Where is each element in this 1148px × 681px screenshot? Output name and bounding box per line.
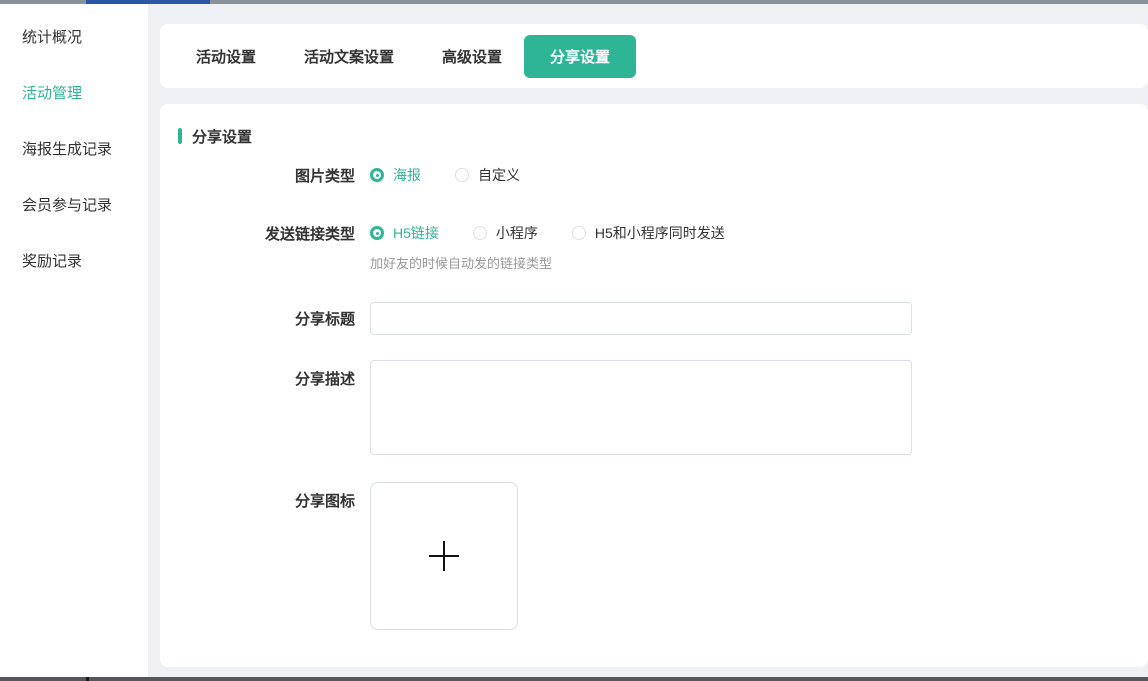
radio-unchecked-icon[interactable] [572, 226, 586, 240]
image-type-radio-group: 海报 自定义 [370, 165, 554, 185]
form-row-link-type-helper: 加好友的时候自动发的链接类型 [160, 251, 1148, 269]
form-row-share-title: 分享标题 [160, 302, 1148, 335]
share-settings-panel: 分享设置 图片类型 海报 自定义 发送链接类型 H5链 [160, 104, 1148, 667]
main-area: 活动设置 活动文案设置 高级设置 分享设置 分享设置 图片类型 海报 自定义 [148, 4, 1148, 677]
bottom-scrollbar[interactable] [0, 677, 1148, 681]
top-scrollbar-track [0, 0, 1148, 4]
share-icon-upload-box[interactable] [370, 482, 518, 630]
plus-icon [429, 541, 459, 571]
sidebar-item-label: 活动管理 [22, 82, 82, 103]
section-header: 分享设置 [160, 127, 1148, 145]
radio-option-label: 自定义 [478, 165, 520, 185]
form-row-image-type: 图片类型 海报 自定义 [160, 165, 1148, 185]
form-row-link-type: 发送链接类型 H5链接 小程序 H5和小程序同时发送 [160, 223, 1148, 243]
sidebar-item-label: 海报生成记录 [22, 138, 112, 159]
share-icon-label: 分享图标 [160, 482, 355, 511]
tab-activity-copy-settings[interactable]: 活动文案设置 [304, 46, 394, 67]
radio-option-poster[interactable]: 海报 [370, 165, 421, 185]
radio-option-mini-program[interactable]: 小程序 [473, 223, 538, 243]
radio-option-h5-link[interactable]: H5链接 [370, 223, 439, 243]
link-type-label: 发送链接类型 [160, 223, 355, 244]
share-title-label: 分享标题 [160, 308, 355, 329]
link-type-radio-group: H5链接 小程序 H5和小程序同时发送 [370, 223, 759, 243]
form-row-share-description: 分享描述 [160, 360, 1148, 455]
sidebar-item-label: 奖励记录 [22, 250, 82, 271]
radio-option-custom[interactable]: 自定义 [455, 165, 520, 185]
radio-option-label: 海报 [393, 165, 421, 185]
tab-bar: 活动设置 活动文案设置 高级设置 分享设置 [160, 24, 1148, 88]
radio-option-label: H5和小程序同时发送 [595, 223, 725, 243]
image-type-label: 图片类型 [160, 165, 355, 186]
radio-option-label: H5链接 [393, 223, 439, 243]
form-row-share-icon: 分享图标 [160, 482, 1148, 630]
radio-option-label: 小程序 [496, 223, 538, 243]
sidebar-item-reward-records[interactable]: 奖励记录 [0, 244, 148, 276]
sidebar-item-poster-records[interactable]: 海报生成记录 [0, 132, 148, 164]
link-type-helper-text: 加好友的时候自动发的链接类型 [370, 251, 552, 272]
share-title-input[interactable] [370, 302, 912, 335]
radio-checked-icon[interactable] [370, 226, 384, 240]
sidebar-item-label: 统计概况 [22, 26, 82, 47]
tab-share-settings[interactable]: 分享设置 [524, 35, 636, 78]
sidebar-item-activity-management[interactable]: 活动管理 [0, 76, 148, 108]
sidebar-item-member-participation[interactable]: 会员参与记录 [0, 188, 148, 220]
top-scrollbar-thumb[interactable] [86, 0, 210, 4]
radio-option-h5-and-mini-program[interactable]: H5和小程序同时发送 [572, 223, 725, 243]
share-description-label: 分享描述 [160, 360, 355, 389]
tab-advanced-settings[interactable]: 高级设置 [442, 46, 502, 67]
sidebar: 统计概况 活动管理 海报生成记录 会员参与记录 奖励记录 [0, 4, 148, 677]
tab-activity-settings[interactable]: 活动设置 [196, 46, 256, 67]
section-title: 分享设置 [192, 126, 252, 147]
share-description-textarea[interactable] [370, 360, 912, 455]
section-accent-bar [178, 128, 182, 144]
sidebar-item-stats-overview[interactable]: 统计概况 [0, 20, 148, 52]
radio-unchecked-icon[interactable] [473, 226, 487, 240]
sidebar-item-label: 会员参与记录 [22, 194, 112, 215]
radio-unchecked-icon[interactable] [455, 168, 469, 182]
bottom-scrollbar-notch [86, 677, 89, 681]
radio-checked-icon[interactable] [370, 168, 384, 182]
